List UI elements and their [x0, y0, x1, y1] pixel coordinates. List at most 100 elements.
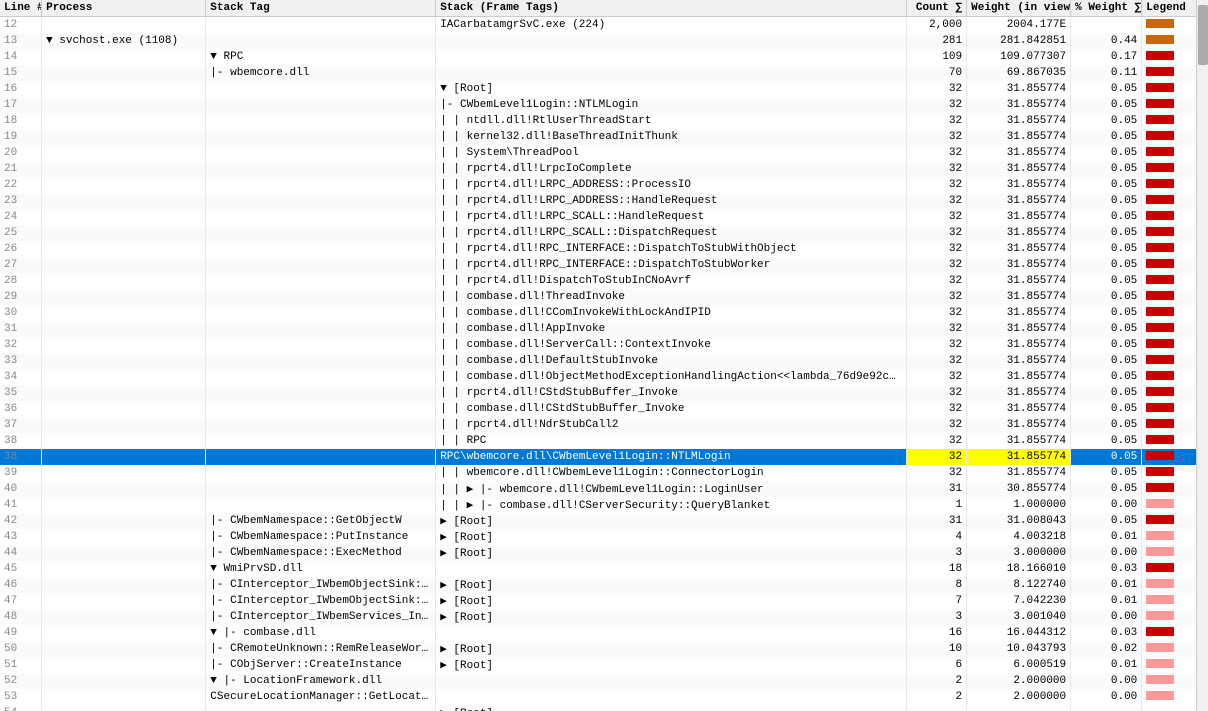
cell-weight: 31.855774 — [967, 401, 1071, 417]
cell-pct-weight: 0.05 — [1071, 209, 1142, 225]
table-row[interactable]: 17 |- CWbemLevel1Login::NTLMLogin3231.85… — [0, 97, 1208, 113]
table-row[interactable]: 49 ▼ |- combase.dll1616.0443120.03 — [0, 625, 1208, 641]
cell-weight: 31.855774 — [967, 225, 1071, 241]
table-row[interactable]: 45 ▼ WmiPrvSD.dll1818.1660100.03 — [0, 561, 1208, 577]
table-row[interactable]: 35 | | rpcrt4.dll!CStdStubBuffer_Invoke3… — [0, 385, 1208, 401]
cell-count: 32 — [906, 465, 966, 481]
col-header-line[interactable]: Line # — [0, 0, 42, 17]
cell-stack-frame: | | rpcrt4.dll!LRPC_ADDRESS::HandleReque… — [436, 193, 907, 209]
cell-stack-tag: |- CWbemNamespace::GetObjectW — [206, 513, 436, 529]
table-row[interactable]: 42 |- CWbemNamespace::GetObjectW ▶ [Root… — [0, 513, 1208, 529]
table-row[interactable]: 48 |- CInterceptor_IWbemServices_Interce… — [0, 609, 1208, 625]
table-row[interactable]: 39 | | wbemcore.dll!CWbemLevel1Login::Co… — [0, 465, 1208, 481]
cell-pct-weight: 0.05 — [1071, 449, 1142, 465]
table-row[interactable]: 27 | | rpcrt4.dll!RPC_INTERFACE::Dispatc… — [0, 257, 1208, 273]
cell-process — [42, 129, 206, 145]
cell-count: 32 — [906, 113, 966, 129]
cell-process — [42, 449, 206, 465]
table-row[interactable]: 50 |- CRemoteUnknown::RemReleaseWorker ▶… — [0, 641, 1208, 657]
table-row[interactable]: 15 |- wbemcore.dll7069.8670350.11 — [0, 65, 1208, 81]
cell-pct-weight: 0.05 — [1071, 305, 1142, 321]
table-row[interactable]: 23 | | rpcrt4.dll!LRPC_ADDRESS::HandleRe… — [0, 193, 1208, 209]
cell-process — [42, 609, 206, 625]
table-row[interactable]: 33 | | combase.dll!DefaultStubInvoke3231… — [0, 353, 1208, 369]
cell-count: 32 — [906, 273, 966, 289]
col-header-stack-tag[interactable]: Stack Tag — [206, 0, 436, 17]
cell-process — [42, 177, 206, 193]
cell-stack-frame: IACarbatamgrSvC.exe (224) — [436, 17, 907, 33]
cell-pct-weight — [1071, 17, 1142, 33]
table-row[interactable]: 13▼ svchost.exe (1108)281281.8428510.44 — [0, 33, 1208, 49]
cell-line: 50 — [0, 641, 42, 657]
cell-pct-weight: 0.05 — [1071, 145, 1142, 161]
cell-line: 27 — [0, 257, 42, 273]
stack-table: Line # Process Stack Tag Stack (Frame Ta… — [0, 0, 1208, 711]
table-row[interactable]: 25 | | rpcrt4.dll!LRPC_SCALL::DispatchRe… — [0, 225, 1208, 241]
table-row[interactable]: 18 | | ntdll.dll!RtlUserThreadStart3231.… — [0, 113, 1208, 129]
table-row[interactable]: 44 |- CWbemNamespace::ExecMethod ▶ [Root… — [0, 545, 1208, 561]
cell-pct-weight: 0.00 — [1071, 545, 1142, 561]
cell-stack-tag — [206, 305, 436, 321]
table-row[interactable]: 22 | | rpcrt4.dll!LRPC_ADDRESS::ProcessI… — [0, 177, 1208, 193]
cell-stack-frame — [436, 625, 907, 641]
cell-process — [42, 433, 206, 449]
cell-count: 32 — [906, 225, 966, 241]
cell-count: 4 — [906, 529, 966, 545]
cell-weight: 31.855774 — [967, 209, 1071, 225]
table-row[interactable]: 41 | | ▶ |- combase.dll!CServerSecurity:… — [0, 497, 1208, 513]
cell-line: 19 — [0, 129, 42, 145]
col-header-count[interactable]: Count ∑ — [906, 0, 966, 17]
table-row[interactable]: 21 | | rpcrt4.dll!LrpcIoComplete3231.855… — [0, 161, 1208, 177]
table-row[interactable]: 51 |- CObjServer::CreateInstance ▶ [Root… — [0, 657, 1208, 673]
cell-count: 7 — [906, 593, 966, 609]
table-row[interactable]: 28 | | rpcrt4.dll!DispatchToStubInCNoAvr… — [0, 273, 1208, 289]
col-header-pct-weight[interactable]: % Weight ∑ — [1071, 0, 1142, 17]
cell-weight: 3.001040 — [967, 609, 1071, 625]
table-row[interactable]: 47 |- CInterceptor_IWbemObjectSink::Indi… — [0, 593, 1208, 609]
cell-process — [42, 193, 206, 209]
scrollbar-thumb[interactable] — [1198, 5, 1208, 65]
table-row[interactable]: 19 | | kernel32.dll!BaseThreadInitThunk3… — [0, 129, 1208, 145]
table-row[interactable]: 40 | | ▶ |- wbemcore.dll!CWbemLevel1Logi… — [0, 481, 1208, 497]
table-row[interactable]: 30 | | combase.dll!CComInvokeWithLockAnd… — [0, 305, 1208, 321]
cell-stack-tag: ▼ WmiPrvSD.dll — [206, 561, 436, 577]
cell-stack-tag: |- CInterceptor_IWbemObjectSink::SetStat… — [206, 577, 436, 593]
table-row[interactable]: 54 ▶ [Root] — [0, 705, 1208, 711]
col-header-process[interactable]: Process — [42, 0, 206, 17]
table-row[interactable]: 43 |- CWbemNamespace::PutInstance ▶ [Roo… — [0, 529, 1208, 545]
table-row[interactable]: 29 | | combase.dll!ThreadInvoke3231.8557… — [0, 289, 1208, 305]
table-row[interactable]: 53 CSecureLocationManager::GetLocationSe… — [0, 689, 1208, 705]
cell-stack-frame: |- CWbemLevel1Login::NTLMLogin — [436, 97, 907, 113]
table-row[interactable]: 37 | | rpcrt4.dll!NdrStubCall23231.85577… — [0, 417, 1208, 433]
cell-line: 38 — [0, 433, 42, 449]
table-row[interactable]: 20 | | System\ThreadPool3231.8557740.05 — [0, 145, 1208, 161]
col-header-weight[interactable]: Weight (in view... ∑ — [967, 0, 1071, 17]
table-row[interactable]: 26 | | rpcrt4.dll!RPC_INTERFACE::Dispatc… — [0, 241, 1208, 257]
pct-sort-indicator: ∑ — [1135, 2, 1142, 14]
cell-pct-weight: 0.03 — [1071, 625, 1142, 641]
table-row[interactable]: 36 | | combase.dll!CStdStubBuffer_Invoke… — [0, 401, 1208, 417]
cell-process — [42, 97, 206, 113]
cell-weight: 31.855774 — [967, 465, 1071, 481]
cell-stack-frame: ▶ [Root] — [436, 577, 907, 593]
table-row[interactable]: 52 ▼ |- LocationFramework.dll22.0000000.… — [0, 673, 1208, 689]
col-header-stack-frame[interactable]: Stack (Frame Tags) — [436, 0, 907, 17]
table-row[interactable]: 46 |- CInterceptor_IWbemObjectSink::SetS… — [0, 577, 1208, 593]
table-row[interactable]: 38 | | RPC3231.8557740.05 — [0, 433, 1208, 449]
table-row[interactable]: 32 | | combase.dll!ServerCall::ContextIn… — [0, 337, 1208, 353]
cell-stack-tag — [206, 369, 436, 385]
table-row[interactable]: 34 | | combase.dll!ObjectMethodException… — [0, 369, 1208, 385]
cell-pct-weight: 0.02 — [1071, 641, 1142, 657]
cell-process — [42, 305, 206, 321]
table-row[interactable]: 38RPC\wbemcore.dll\CWbemLevel1Login::NTL… — [0, 449, 1208, 465]
cell-stack-tag — [206, 705, 436, 711]
table-row[interactable]: 16 ▼ [Root]3231.8557740.05 — [0, 81, 1208, 97]
table-row[interactable]: 14 ▼ RPC109109.0773070.17 — [0, 49, 1208, 65]
cell-line: 40 — [0, 481, 42, 497]
table-row[interactable]: 31 | | combase.dll!AppInvoke3231.8557740… — [0, 321, 1208, 337]
table-row[interactable]: 12IACarbatamgrSvC.exe (224)2,0002004.177… — [0, 17, 1208, 33]
cell-weight: 2.000000 — [967, 689, 1071, 705]
vertical-scrollbar[interactable] — [1196, 0, 1208, 711]
table-row[interactable]: 24 | | rpcrt4.dll!LRPC_SCALL::HandleRequ… — [0, 209, 1208, 225]
cell-line: 35 — [0, 385, 42, 401]
